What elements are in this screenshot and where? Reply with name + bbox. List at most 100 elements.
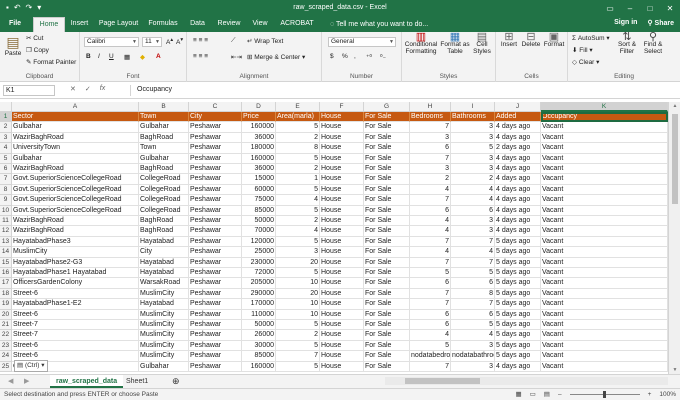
table-cell[interactable]: House <box>320 268 364 279</box>
table-cell[interactable]: Peshawar <box>189 236 242 248</box>
table-cell[interactable]: 4 days ago <box>495 184 541 196</box>
column-header-a[interactable]: A <box>12 102 139 112</box>
table-cell[interactable]: House <box>320 226 364 237</box>
header-cell[interactable]: House <box>320 112 364 123</box>
table-cell[interactable]: House <box>320 288 364 300</box>
table-cell[interactable]: Vacant <box>541 216 668 227</box>
table-cell[interactable]: Peshawar <box>189 247 242 258</box>
table-cell[interactable]: 4 days ago <box>495 153 541 164</box>
fill-color-icon[interactable]: ◆ <box>140 53 145 61</box>
table-cell[interactable]: 6 <box>410 278 451 289</box>
table-cell[interactable]: For Sale <box>364 195 410 206</box>
table-cell[interactable]: 2 <box>410 174 451 185</box>
table-cell[interactable]: Peshawar <box>189 309 242 320</box>
percent-button[interactable]: % <box>342 53 348 60</box>
table-cell[interactable]: 3 <box>451 226 495 237</box>
table-cell[interactable]: 6 <box>410 320 451 331</box>
comma-button[interactable]: , <box>354 53 356 60</box>
table-cell[interactable]: House <box>320 320 364 331</box>
table-cell[interactable]: Vacant <box>541 351 668 362</box>
header-cell[interactable]: Occupancy <box>541 112 668 123</box>
table-cell[interactable]: CollegeRoad <box>139 205 189 216</box>
table-cell[interactable]: UniversityTown <box>12 143 139 154</box>
row-header[interactable]: 17 <box>0 278 12 289</box>
table-cell[interactable]: Peshawar <box>189 257 242 268</box>
table-cell[interactable]: Vacant <box>541 288 668 300</box>
column-header-g[interactable]: G <box>364 102 410 112</box>
header-cell[interactable]: Town <box>139 112 189 123</box>
table-cell[interactable]: Peshawar <box>189 184 242 196</box>
table-cell[interactable]: 160000 <box>242 361 276 372</box>
table-cell[interactable]: Vacant <box>541 174 668 185</box>
table-cell[interactable]: 2 days ago <box>495 143 541 154</box>
header-cell[interactable]: Added <box>495 112 541 123</box>
header-cell[interactable]: Bedrooms <box>410 112 451 123</box>
table-cell[interactable]: 4 days ago <box>495 216 541 227</box>
table-cell[interactable]: Peshawar <box>189 288 242 300</box>
table-cell[interactable]: 1 <box>276 174 320 185</box>
table-cell[interactable]: MuslimCity <box>139 288 189 300</box>
table-cell[interactable]: Peshawar <box>189 320 242 331</box>
row-header[interactable]: 20 <box>0 309 12 320</box>
shrink-font-icon[interactable]: A▾ <box>176 37 183 46</box>
table-cell[interactable]: 5 <box>276 122 320 133</box>
table-cell[interactable]: House <box>320 257 364 268</box>
header-cell[interactable]: City <box>189 112 242 123</box>
table-cell[interactable]: 5 <box>276 268 320 279</box>
number-format-select[interactable]: General ▼ <box>328 37 396 47</box>
table-cell[interactable]: Vacant <box>541 330 668 341</box>
enter-icon[interactable]: ✓ <box>85 85 91 93</box>
table-cell[interactable]: 5 days ago <box>495 299 541 310</box>
indent-icon[interactable]: ⇤⇥ <box>231 53 242 61</box>
zoom-slider-thumb[interactable] <box>602 390 606 398</box>
table-cell[interactable]: 4 days ago <box>495 195 541 206</box>
table-cell[interactable]: Vacant <box>541 299 668 310</box>
table-cell[interactable]: 230000 <box>242 257 276 268</box>
table-cell[interactable]: WazirBaghRoad <box>12 164 139 175</box>
font-size-select[interactable]: 11 ▼ <box>142 37 162 47</box>
tab-acrobat[interactable]: ACROBAT <box>277 17 317 32</box>
row-header[interactable]: 14 <box>0 247 12 258</box>
table-cell[interactable]: CollegeRoad <box>139 184 189 196</box>
table-cell[interactable]: 5 days ago <box>495 257 541 268</box>
tell-me-box[interactable]: ◌ Tell me what you want to do... <box>330 18 428 31</box>
table-cell[interactable]: For Sale <box>364 205 410 216</box>
table-cell[interactable]: Vacant <box>541 164 668 175</box>
table-cell[interactable]: 7 <box>410 361 451 372</box>
table-cell[interactable]: 8 <box>276 143 320 154</box>
table-cell[interactable]: Peshawar <box>189 164 242 175</box>
table-cell[interactable]: For Sale <box>364 122 410 133</box>
zoom-out-icon[interactable]: – <box>558 391 562 398</box>
table-cell[interactable]: 50000 <box>242 216 276 227</box>
row-header[interactable]: 18 <box>0 288 12 300</box>
scroll-down-icon[interactable]: ▼ <box>669 367 680 373</box>
table-cell[interactable]: 160000 <box>242 122 276 133</box>
table-cell[interactable]: For Sale <box>364 340 410 352</box>
normal-view-icon[interactable]: ▦ <box>515 390 521 398</box>
table-cell[interactable]: Vacant <box>541 236 668 248</box>
cancel-icon[interactable]: ✕ <box>70 85 76 93</box>
tab-insert[interactable]: Insert <box>67 17 92 32</box>
delete-cells-button[interactable]: ⊟ Delete <box>520 32 542 49</box>
increase-decimal-icon[interactable]: ⁺⁰ <box>366 53 372 61</box>
table-cell[interactable]: House <box>320 184 364 196</box>
row-header[interactable]: 16 <box>0 268 12 279</box>
table-cell[interactable]: 110000 <box>242 309 276 320</box>
table-cell[interactable]: 6 <box>410 143 451 154</box>
clear-button[interactable]: ◇ Clear ▾ <box>572 58 599 66</box>
table-cell[interactable]: 5 <box>276 340 320 352</box>
table-cell[interactable]: 2 <box>276 132 320 144</box>
table-cell[interactable]: House <box>320 174 364 185</box>
table-cell[interactable]: Vacant <box>541 257 668 268</box>
table-cell[interactable]: Peshawar <box>189 195 242 206</box>
table-cell[interactable]: For Sale <box>364 153 410 164</box>
table-cell[interactable]: 85000 <box>242 205 276 216</box>
table-cell[interactable]: 5 <box>410 340 451 352</box>
table-cell[interactable]: 120000 <box>242 236 276 248</box>
table-cell[interactable]: 6 <box>451 205 495 216</box>
row-header[interactable]: 25 <box>0 361 12 372</box>
table-cell[interactable]: 10 <box>276 309 320 320</box>
table-cell[interactable]: Peshawar <box>189 351 242 362</box>
table-cell[interactable]: House <box>320 330 364 341</box>
column-header-e[interactable]: E <box>276 102 320 112</box>
